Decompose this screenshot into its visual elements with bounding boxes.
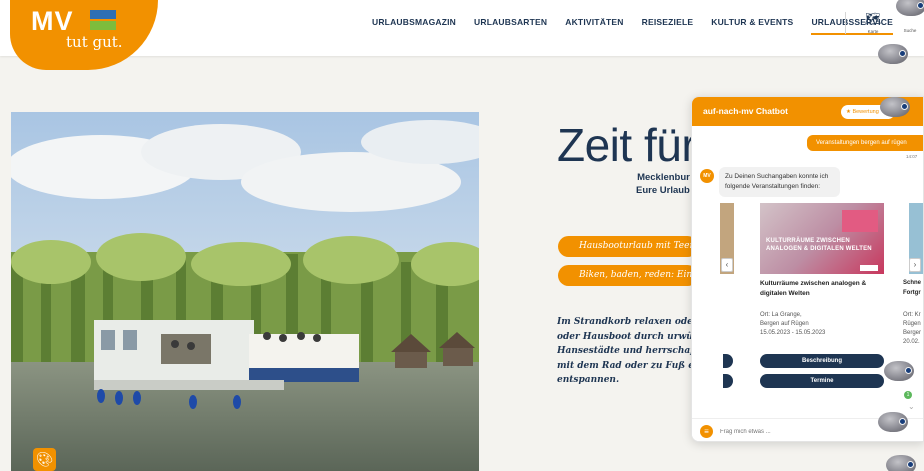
image-logo [860,265,878,271]
hero-image [11,112,479,471]
map-icon: 🗺︎ [864,11,882,26]
next-card-meta-line: Ort: Kr [903,312,921,318]
chevron-right-icon[interactable]: › [909,258,921,272]
nav-urlaubsmagazin[interactable]: URLAUBSMAGAZIN [372,17,456,35]
next-card-title-line: Schne [903,280,922,286]
event-card-image: KULTURRÄUME ZWISCHEN ANALOGEN & DIGITALE… [760,203,884,274]
event-dates: 15.05.2023 - 15.05.2023 [760,330,826,336]
flag-icon [90,10,116,30]
next-card-meta-line: Rügen [903,321,921,327]
page-subtitle: Mecklenbur Eure Urlaub [636,172,690,196]
bot-message: Zu Deinen Suchangaben konnte ich folgend… [719,167,840,197]
search-label: Suche [903,28,917,33]
nav-urlaubsarten[interactable]: URLAUBSARTEN [474,17,547,35]
site-header: MV tut gut. URLAUBSMAGAZIN URLAUBSARTEN … [0,0,924,70]
page-title: Zeit für [557,119,697,171]
event-card-title: Kulturräume zwischen analogen & digitale… [760,280,867,297]
map-button[interactable]: 🗺︎ Karte [862,10,884,34]
nav-aktivitaeten[interactable]: AKTIVITÄTEN [565,17,623,35]
event-image-text-1: KULTURRÄUME ZWISCHEN [766,238,850,244]
image-decoration [842,210,878,232]
teaser-link-biken[interactable]: Biken, baden, reden: Ein Re [558,265,698,286]
chevron-down-icon[interactable]: ⌄ [908,402,915,411]
nav-kultur-events[interactable]: KULTUR & EVENTS [711,17,793,35]
palette-icon[interactable]: 🎨︎ [33,448,56,471]
robot-icon[interactable] [896,0,924,16]
robot-icon[interactable] [880,97,910,117]
intro-text: Im Strandkorb relaxen oder d oder Hausbo… [557,317,707,385]
previous-card-button[interactable] [723,374,733,388]
logo-tagline: tut gut. [66,33,123,51]
robot-icon[interactable] [878,44,908,64]
teaser-link-hausboot[interactable]: Hausbooturlaub mit Teena [558,236,698,257]
event-card-meta: Ort: La Grange, Bergen auf Rügen 15.05.2… [760,311,882,338]
notification-badge: 1 [904,391,912,399]
next-card-meta-line: 20.02. [903,339,920,345]
chatbot-title: auf-nach-mv Chatbot [703,106,788,116]
message-time: 14:07 [906,154,918,159]
next-card-title: Schne Fortgr [903,279,923,298]
nav-reiseziele[interactable]: REISEZIELE [642,17,694,35]
event-place: Ort: La Grange, [760,312,802,318]
chat-input[interactable] [720,426,900,438]
description-button[interactable]: Beschreibung [760,354,884,368]
main-nav: URLAUBSMAGAZIN URLAUBSARTEN AKTIVITÄTEN … [372,17,911,35]
user-message: Veranstaltungen bergen auf rügen [807,135,923,151]
dates-button[interactable]: Termine [760,374,884,388]
chatbot-window: auf-nach-mv Chatbot ★ Bewertung Veransta… [691,96,924,442]
next-card-meta-line: Berger [903,330,922,336]
chevron-left-icon[interactable]: ‹ [721,258,733,272]
event-city: Bergen auf Rügen [760,321,809,327]
bot-avatar: MV [700,169,714,183]
robot-icon[interactable] [886,455,916,471]
event-image-text-2: ANALOGEN & DIGITALEN WELTEN [766,246,872,252]
menu-icon[interactable]: ≡ [700,425,713,438]
robot-icon[interactable] [884,361,914,381]
next-card-title-line: Fortgr [903,289,921,296]
previous-card-button[interactable] [723,354,733,368]
next-card-meta: Ort: Kr Rügen Berger 20.02. [903,311,923,347]
nav-divider [845,12,846,34]
robot-icon[interactable] [878,412,908,432]
map-label: Karte [867,29,879,34]
